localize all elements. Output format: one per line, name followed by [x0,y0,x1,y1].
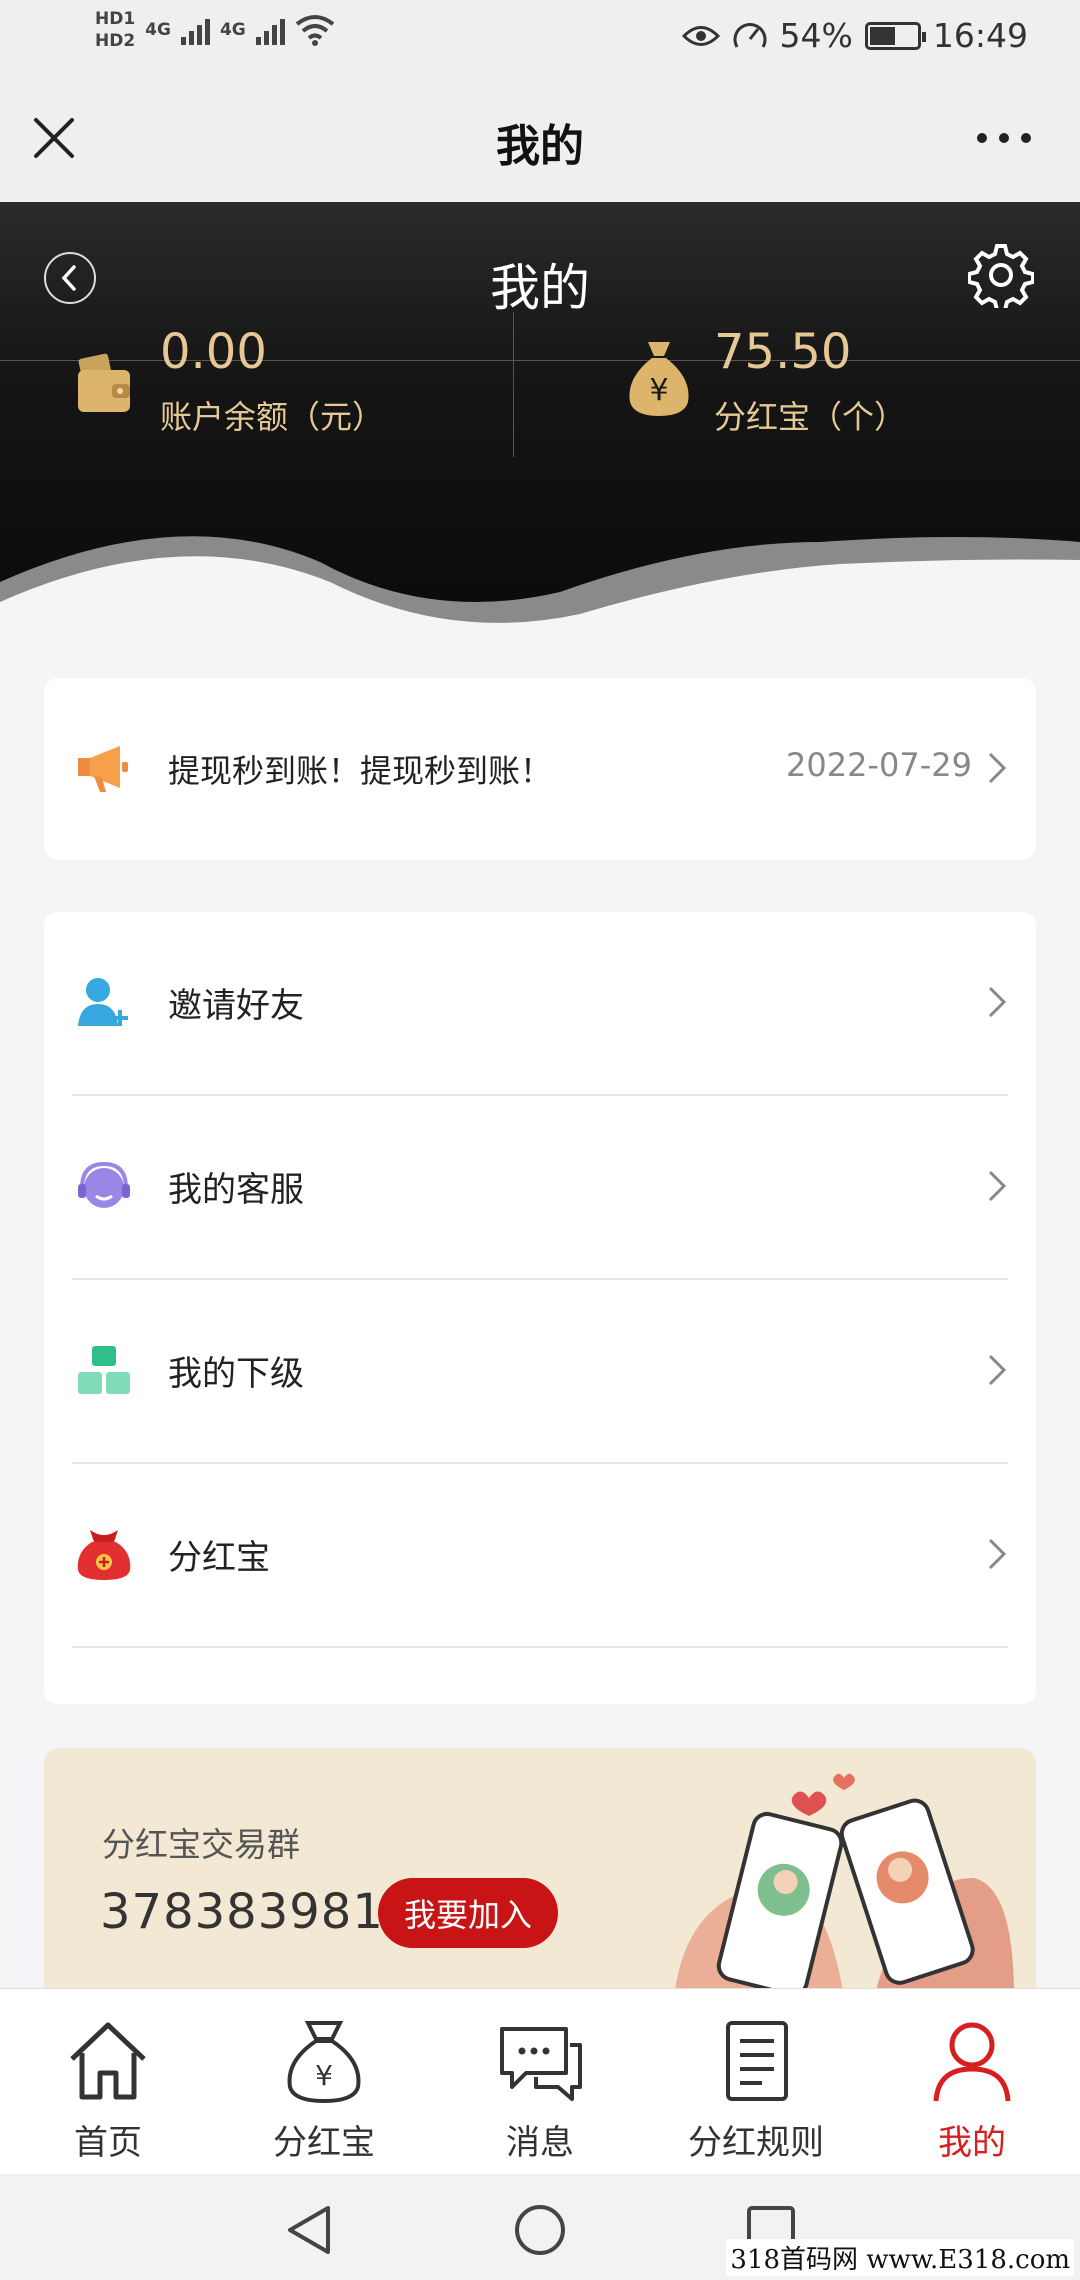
speed-icon [733,22,766,48]
chat-icon [500,2027,582,2101]
dividend-value: 75.50 [714,324,852,380]
menu-item-invite[interactable]: 邀请好友 [72,912,1008,1096]
menu-label-subordinates: 我的下级 [168,1354,304,1394]
document-icon [726,2021,788,2101]
tab-messages[interactable]: 消息 [432,1989,648,2175]
announcement-card[interactable]: 提现秒到账！提现秒到账！ 2022-07-29 [44,678,1036,860]
announcement-date: 2022-07-29 [786,746,972,784]
menu-list: 邀请好友 我的客服 我的下级 分红宝 [44,912,1036,1704]
tab-label-messages: 消息 [506,2123,574,2163]
hd1-label: HD1 [95,9,136,29]
gear-icon[interactable] [968,242,1034,308]
join-button[interactable]: 我要加入 [378,1878,558,1948]
chevron-right-icon [988,1170,1007,1202]
hd-indicators: HD1 HD2 [95,8,135,52]
menu-label-invite: 邀请好友 [168,986,304,1026]
tab-rules[interactable]: 分红规则 [648,1989,864,2175]
watermark-text: 318首码网 www.E318.com [726,2239,1074,2276]
bottom-tab-bar: 首页 ¥ 分红宝 消息 分红规则 我的 [0,1988,1080,2174]
header-title: 我的 [490,259,590,317]
group-number: 378383981 [100,1884,384,1940]
eye-icon [681,25,720,46]
battery-fill [869,26,895,45]
balance-stat[interactable]: 0.00 账户余额（元） [76,324,384,438]
money-bag-icon: ¥ [287,2021,361,2104]
svg-text:¥: ¥ [649,373,668,408]
trade-group-banner: 分红宝交易群 378383981 我要加入 [44,1748,1036,1988]
svg-text:¥: ¥ [315,2059,333,2092]
money-bag-icon: ¥ [629,342,689,416]
wallet-icon [78,353,130,412]
header-wave [0,536,1080,642]
menu-item-service[interactable]: 我的客服 [72,1096,1008,1280]
tab-label-home: 首页 [74,2123,142,2163]
wifi-icon [295,15,334,46]
menu-item-subordinates[interactable]: 我的下级 [72,1280,1008,1464]
chevron-right-icon [988,1354,1007,1386]
red-pouch-icon [77,1530,131,1580]
chevron-right-icon [988,986,1007,1018]
clock: 16:49 [932,16,1028,55]
battery-icon [864,21,926,50]
menu-label-service: 我的客服 [168,1170,304,1210]
dividend-label: 分红宝（个） [714,398,907,436]
status-left: HD1 HD2 4G 4G [95,8,335,52]
balance-label: 账户余额（元） [160,398,385,436]
invite-user-icon [78,978,128,1026]
tab-home[interactable]: 首页 [0,1989,216,2175]
user-icon [933,2022,1011,2102]
tab-label-dividend: 分红宝 [273,2123,375,2163]
more-icon[interactable] [974,128,1034,148]
nav-back-icon[interactable] [280,2202,340,2258]
phones-illustration [675,1773,1014,1988]
status-bar: HD1 HD2 4G 4G 54% 16:49 [0,0,1080,72]
home-icon [70,2022,146,2100]
blocks-icon [78,1346,130,1394]
hd2-label: HD2 [95,31,136,51]
tab-mine[interactable]: 我的 [864,1989,1080,2175]
chevron-right-icon [988,1538,1007,1570]
profile-header: 我的 0.00 账户余额（元） ¥ 75.50 分红宝（个） [0,202,1080,642]
network2-label: 4G [219,20,246,40]
headset-icon [78,1161,130,1208]
menu-item-dividend[interactable]: 分红宝 [72,1464,1008,1648]
dividend-stat[interactable]: ¥ 75.50 分红宝（个） [622,324,906,438]
tab-label-rules: 分红规则 [688,2123,824,2163]
tab-dividend[interactable]: ¥ 分红宝 [216,1989,432,2175]
megaphone-icon [78,746,128,792]
network1-label: 4G [145,20,171,40]
chevron-right-icon [988,752,1007,784]
menu-label-dividend: 分红宝 [168,1538,270,1578]
stats-divider [513,312,514,457]
battery-percent: 54% [779,16,853,55]
signal1-icon [180,15,210,45]
announcement-text: 提现秒到账！提现秒到账！ [168,752,553,790]
page-title: 我的 [496,121,584,172]
group-title: 分红宝交易群 [102,1825,300,1864]
title-bar: 我的 [0,72,1080,202]
tab-label-mine: 我的 [938,2123,1006,2163]
nav-home-icon[interactable] [510,2202,570,2258]
status-right: 54% 16:49 [681,16,1028,55]
balance-value: 0.00 [160,324,267,380]
system-nav-bar: 318首码网 www.E318.com [0,2174,1080,2280]
signal2-icon [255,15,285,45]
